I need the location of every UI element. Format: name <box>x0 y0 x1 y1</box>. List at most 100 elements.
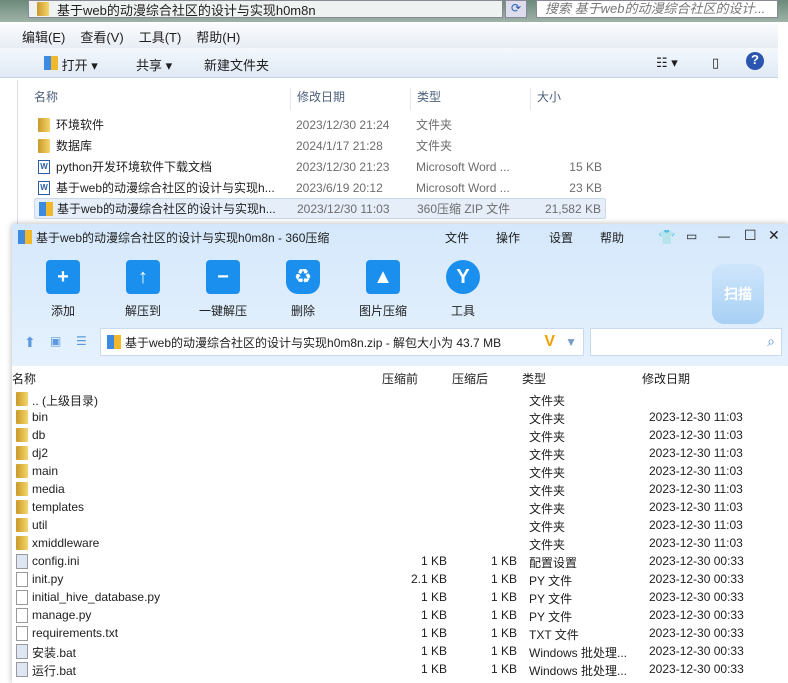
chevron-down-icon[interactable]: ▼ <box>565 335 577 349</box>
archive-row[interactable]: requirements.txt 1 KB 1 KB TXT 文件 2023-12-30… <box>12 624 788 642</box>
archive-row[interactable]: 安装.bat 1 KB 1 KB Windows 批处理... 2023-12-30 0… <box>12 642 788 660</box>
menu-file[interactable]: 文件 <box>445 229 469 246</box>
zip-icon <box>107 335 121 349</box>
entry-type: 文件夹 <box>529 520 566 534</box>
thumbnail-view-icon[interactable]: ▣ <box>50 334 61 348</box>
entry-type: 文件夹 <box>529 538 566 552</box>
v-icon[interactable]: V <box>544 333 555 351</box>
close-icon[interactable]: ✕ <box>768 227 780 244</box>
maximize-icon[interactable]: ☐ <box>744 227 757 244</box>
feedback-icon[interactable]: ▭ <box>686 229 697 243</box>
menu-view[interactable]: 查看(V) <box>80 27 123 46</box>
column-name[interactable]: 名称 <box>28 88 58 110</box>
menu-tools[interactable]: 工具(T) <box>139 27 182 46</box>
archive-row[interactable]: util 文件夹 2023-12-30 11:03 <box>12 516 788 534</box>
breadcrumb[interactable]: 基于web的动漫综合社区的设计与实现h0m8n <box>57 0 316 19</box>
archive-row[interactable]: 运行.bat 1 KB 1 KB Windows 批处理... 2023-12-30 0… <box>12 660 788 678</box>
preview-pane-icon[interactable]: ▯ <box>712 55 719 71</box>
entry-name: initial_hive_database.py <box>32 590 161 604</box>
archive-row[interactable]: bin 文件夹 2023-12-30 11:03 <box>12 408 788 426</box>
one-click-extract-button[interactable]: − 一键解压 <box>188 260 258 319</box>
archive-row[interactable]: initial_hive_database.py 1 KB 1 KB PY 文件 202… <box>12 588 788 606</box>
folder-icon <box>16 500 28 514</box>
folder-icon <box>16 536 28 550</box>
column-name[interactable]: 名称 <box>12 370 36 387</box>
entry-name: init.py <box>32 572 64 586</box>
entry-date: 2023-12-30 11:03 <box>649 518 743 532</box>
recycle-bin-icon: ♻ <box>286 260 320 294</box>
minimize-icon[interactable]: — <box>718 229 730 243</box>
view-options-icon[interactable]: ☷ ▾ <box>656 55 678 71</box>
archive-row[interactable]: xmiddleware 文件夹 2023-12-30 11:03 <box>12 534 788 552</box>
share-button[interactable]: 共享 ▾ <box>136 55 172 74</box>
delete-button[interactable]: ♻ 删除 <box>268 260 338 319</box>
menu-help[interactable]: 帮助(H) <box>196 27 240 46</box>
archive-row[interactable]: templates 文件夹 2023-12-30 11:03 <box>12 498 788 516</box>
entry-name: xmiddleware <box>32 536 100 550</box>
size-before: 2.1 KB <box>410 572 447 586</box>
file-name: 数据库 <box>56 139 93 153</box>
entry-date: 2023-12-30 00:33 <box>649 626 744 640</box>
column-before[interactable]: 压缩前 <box>382 370 418 387</box>
entry-name: manage.py <box>32 608 92 622</box>
bat-file-icon <box>16 644 28 659</box>
menu-operation[interactable]: 操作 <box>496 229 520 246</box>
entry-date: 2023-12-30 00:33 <box>649 572 744 586</box>
file-row[interactable]: W 基于web的动漫综合社区的设计与实现h... 2023/6/19 20:12 Mi… <box>34 177 606 198</box>
column-date[interactable]: 修改日期 <box>642 370 690 387</box>
archive-search-input[interactable]: ⌕ <box>590 328 782 356</box>
archive-row[interactable]: db 文件夹 2023-12-30 11:03 <box>12 426 788 444</box>
column-type[interactable]: 类型 <box>410 88 441 110</box>
folder-icon <box>16 464 28 478</box>
archive-row[interactable]: config.ini 1 KB 1 KB 配置设置 2023-12-30 00:33 <box>12 552 788 570</box>
file-date: 2023/12/30 21:24 <box>296 117 390 132</box>
tools-button[interactable]: Y 工具 <box>428 260 498 319</box>
column-after[interactable]: 压缩后 <box>452 370 488 387</box>
column-type[interactable]: 类型 <box>522 370 546 387</box>
menu-edit[interactable]: 编辑(E) <box>22 27 65 46</box>
entry-type: PY 文件 <box>529 592 573 606</box>
archive-row[interactable]: manage.py 1 KB 1 KB PY 文件 2023-12-30 00:33 <box>12 606 788 624</box>
archive-path-bar[interactable]: 基于web的动漫综合社区的设计与实现h0m8n.zip - 解包大小为 43.7… <box>100 328 584 356</box>
size-before: 1 KB <box>420 644 447 658</box>
list-view-icon[interactable]: ☰ <box>76 334 87 348</box>
menu-settings[interactable]: 设置 <box>549 229 573 246</box>
column-size[interactable]: 大小 <box>530 88 561 110</box>
address-bar[interactable]: 基于web的动漫综合社区的设计与实现h0m8n <box>28 0 503 18</box>
tools-icon: Y <box>446 260 480 294</box>
file-row[interactable]: 环境软件 2023/12/30 21:24 文件夹 <box>34 114 606 135</box>
file-type: 文件夹 <box>416 118 453 132</box>
skin-icon[interactable]: 👕 <box>658 229 675 246</box>
file-list-header: 名称 修改日期 类型 大小 <box>28 80 608 110</box>
file-row[interactable]: 基于web的动漫综合社区的设计与实现h... 2023/12/30 11:03 36… <box>34 198 606 219</box>
file-type: Microsoft Word ... <box>416 180 510 195</box>
entry-name: util <box>32 518 48 532</box>
open-button[interactable]: 打开 ▾ <box>44 55 98 74</box>
entry-name: 安装.bat <box>32 646 77 660</box>
archive-row[interactable]: .. (上级目录) 文件夹 <box>12 390 788 408</box>
help-icon[interactable]: ? <box>746 52 764 70</box>
extract-to-button[interactable]: ↑ 解压到 <box>108 260 178 319</box>
archive-row[interactable]: init.py 2.1 KB 1 KB PY 文件 2023-12-30 00:33 <box>12 570 788 588</box>
entry-type: PY 文件 <box>529 610 573 624</box>
file-date: 2023/12/30 21:23 <box>296 159 390 174</box>
archive-row[interactable]: dj2 文件夹 2023-12-30 11:03 <box>12 444 788 462</box>
add-button[interactable]: + 添加 <box>28 260 98 319</box>
image-compress-button[interactable]: ▲ 图片压缩 <box>348 260 418 319</box>
archive-row[interactable]: media 文件夹 2023-12-30 11:03 <box>12 480 788 498</box>
search-icon[interactable]: ⌕ <box>767 333 775 350</box>
file-row[interactable]: Wpython开发环境软件下载文档 2023/12/30 21:23 Microso… <box>34 156 606 177</box>
search-input[interactable]: 搜索 基于web的动漫综合社区的设计... <box>536 0 778 18</box>
menu-help[interactable]: 帮助 <box>600 229 624 246</box>
file-size: 15 KB <box>569 159 602 174</box>
refresh-icon[interactable]: ⟳ <box>505 0 527 18</box>
file-row[interactable]: 数据库 2024/1/17 21:28 文件夹 <box>34 135 606 156</box>
archive-row[interactable]: main 文件夹 2023-12-30 11:03 <box>12 462 788 480</box>
folder-icon <box>38 138 50 153</box>
column-date[interactable]: 修改日期 <box>290 88 345 110</box>
scan-button[interactable]: 扫描 <box>712 264 764 324</box>
new-folder-button[interactable]: 新建文件夹 <box>204 55 269 74</box>
up-arrow-icon[interactable]: ⬆ <box>24 334 36 351</box>
folder-icon <box>16 392 28 406</box>
extract-icon: ↑ <box>126 260 160 294</box>
